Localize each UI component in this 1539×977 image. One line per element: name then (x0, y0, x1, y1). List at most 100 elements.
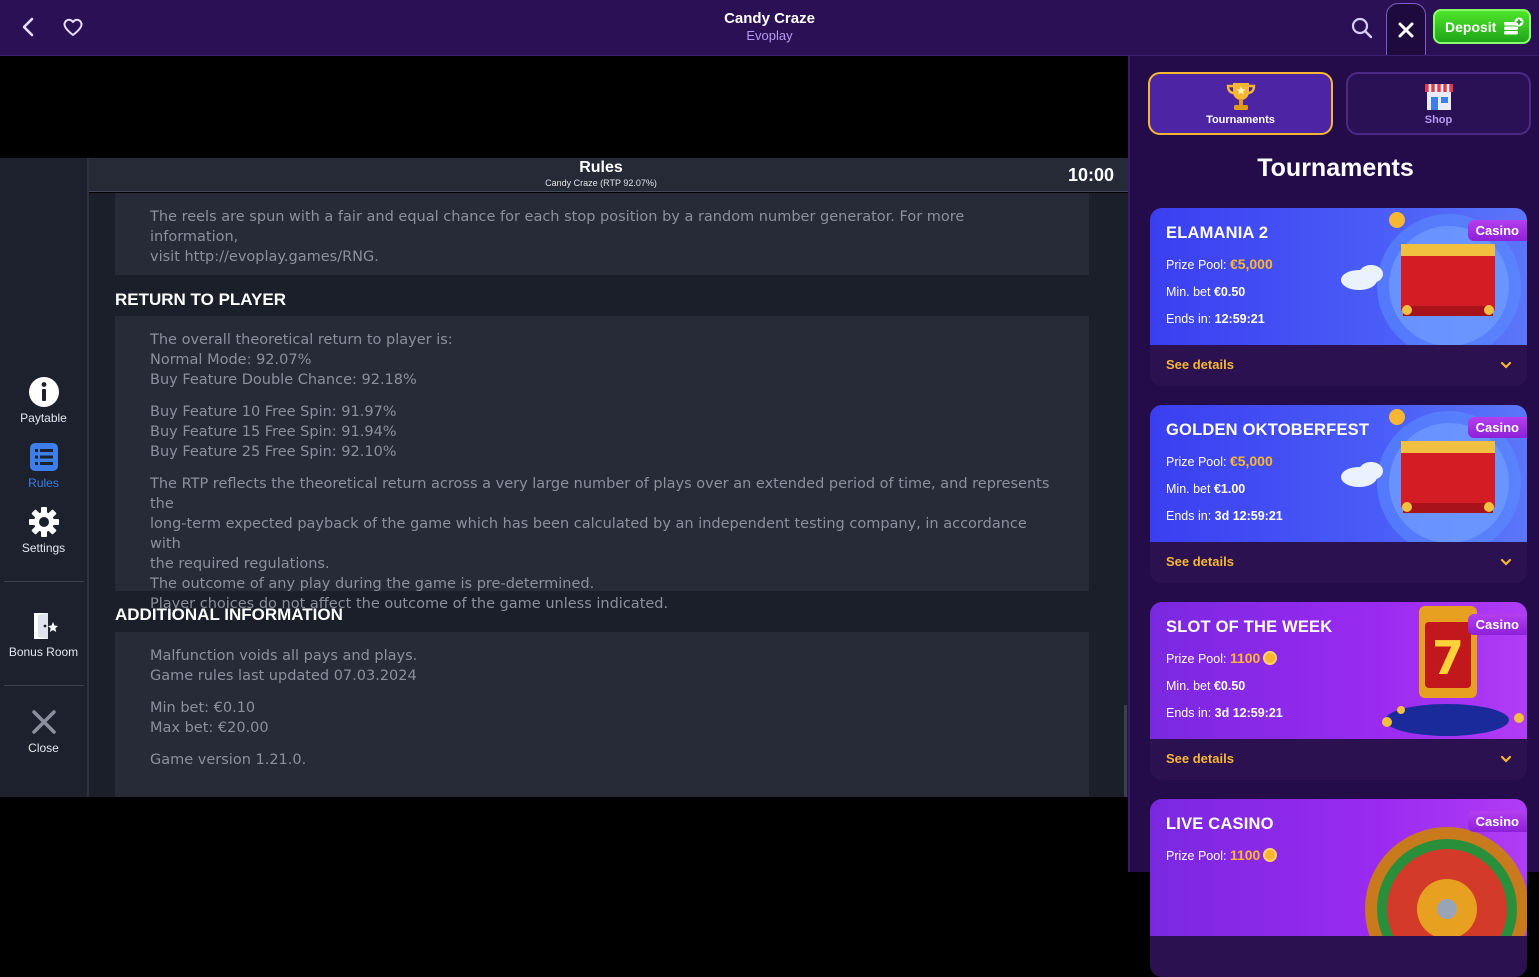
min-bet-value: €1.00 (1213, 482, 1246, 496)
tournament-card[interactable]: Casino ELAMANIA 2 Prize Pool: €5,000 Min… (1150, 208, 1527, 386)
card-banner: Casino LIVE CASINO Prize Pool: 1100 (1150, 799, 1527, 936)
card-banner: 7 Casino SLOT OF THE WEEK Prize Pool: 11… (1150, 602, 1527, 739)
prize-pool-value: €5,000 (1229, 256, 1273, 272)
rules-text: The overall theoretical return to player… (150, 332, 453, 348)
min-bet-line: Min. bet €0.50 (1166, 285, 1245, 299)
prize-pool-line: Prize Pool: €5,000 (1166, 453, 1273, 469)
rules-text: Game version 1.21.0. (150, 752, 307, 768)
bonus-room-nav-item[interactable]: Bonus Room (0, 610, 87, 659)
info-icon (28, 377, 59, 407)
ends-in-line: Ends in: 3d 12:59:21 (1166, 509, 1283, 523)
tab-tournaments[interactable]: Tournaments (1148, 72, 1333, 135)
tournament-card[interactable]: Casino GOLDEN OKTOBERFEST Prize Pool: €5… (1150, 405, 1527, 583)
prize-pool-label: Prize Pool: (1166, 258, 1227, 272)
tab-shop[interactable]: Shop (1346, 72, 1531, 135)
ends-in-line: Ends in: 12:59:21 (1166, 312, 1265, 326)
ends-in-label: Ends in: (1166, 312, 1212, 326)
prize-pool-label: Prize Pool: (1166, 849, 1227, 863)
rules-text: Buy Feature 25 Free Spin: 92.10% (150, 444, 397, 460)
search-icon[interactable] (1348, 14, 1376, 42)
rules-scrollbar[interactable] (1124, 705, 1127, 797)
rules-text: Game rules last updated 07.03.2024 (150, 668, 417, 684)
deposit-button[interactable]: Deposit (1433, 9, 1531, 44)
see-details-link[interactable]: See details (1166, 751, 1234, 766)
top-bar: Candy Craze Evoplay Deposit (0, 0, 1539, 56)
game-provider: Evoplay (746, 28, 793, 43)
min-bet-label: Min. bet (1166, 285, 1211, 299)
svg-text:7: 7 (1432, 631, 1464, 685)
rules-text: Buy Feature 15 Free Spin: 91.94% (150, 424, 397, 440)
card-banner: Casino ELAMANIA 2 Prize Pool: €5,000 Min… (1150, 208, 1527, 345)
nav-divider (4, 581, 84, 582)
prize-pool-line: Prize Pool: 1100 (1166, 847, 1278, 863)
min-bet-label: Min. bet (1166, 679, 1211, 693)
tournament-card[interactable]: Casino LIVE CASINO Prize Pool: 1100 (1150, 799, 1527, 977)
game-bottom-area (0, 797, 1128, 872)
rules-text: Buy Feature 10 Free Spin: 91.97% (150, 404, 397, 420)
list-icon (29, 443, 58, 471)
rules-text: The outcome of any play during the game … (150, 576, 595, 592)
rules-text: the required regulations. (150, 556, 330, 572)
additional-text-box: Malfunction voids all pays and plays. Ga… (115, 632, 1089, 797)
rtp-heading: RETURN TO PLAYER (115, 290, 286, 309)
tournaments-panel: Tournaments Shop Tournaments Casino ELAM… (1128, 56, 1539, 977)
rules-content[interactable]: The reels are spun with a fair and equal… (89, 193, 1128, 797)
tournament-name: ELAMANIA 2 (1166, 224, 1269, 242)
ends-in-label: Ends in: (1166, 706, 1212, 720)
rules-text: Malfunction voids all pays and plays. (150, 648, 418, 664)
tab-tournaments-label: Tournaments (1206, 114, 1275, 126)
paytable-nav-item[interactable]: Paytable (0, 376, 87, 425)
card-banner: Casino GOLDEN OKTOBERFEST Prize Pool: €5… (1150, 405, 1527, 542)
chevron-down-icon[interactable] (1499, 358, 1513, 372)
min-bet-value: €0.50 (1213, 285, 1246, 299)
rules-title: Rules (579, 159, 623, 176)
rules-text: long-term expected payback of the game w… (150, 516, 1027, 552)
prize-pool-line: Prize Pool: 1100 (1166, 650, 1278, 666)
trophy-icon (1226, 83, 1255, 110)
clock: 10:00 (1067, 165, 1114, 185)
min-bet-line: Min. bet €0.50 (1166, 679, 1245, 693)
prize-pool-label: Prize Pool: (1166, 455, 1227, 469)
additional-heading: ADDITIONAL INFORMATION (115, 605, 343, 624)
ends-in-label: Ends in: (1166, 509, 1212, 523)
tournament-card[interactable]: 7 Casino SLOT OF THE WEEK Prize Pool: 11… (1150, 602, 1527, 780)
paytable-label: Paytable (20, 411, 67, 425)
casino-badge: Casino (1467, 811, 1527, 832)
chevron-down-icon[interactable] (1499, 752, 1513, 766)
deposit-label: Deposit (1445, 18, 1497, 35)
tournament-name: SLOT OF THE WEEK (1166, 618, 1333, 636)
close-nav-item[interactable]: Close (0, 706, 87, 755)
rtp-text-box: The overall theoretical return to player… (115, 316, 1089, 612)
close-icon (31, 710, 56, 734)
ends-in-line: Ends in: 3d 12:59:21 (1166, 706, 1283, 720)
close-icon (1398, 22, 1414, 37)
casino-badge: Casino (1467, 220, 1527, 241)
panel-title: Tournaments (1257, 154, 1414, 182)
chevron-down-icon[interactable] (1499, 555, 1513, 569)
rules-nav-item[interactable]: Rules (0, 441, 87, 490)
coin-icon (1263, 848, 1278, 862)
min-bet-line: Min. bet €1.00 (1166, 482, 1245, 496)
rules-text: visit http://evoplay.games/RNG. (150, 249, 379, 265)
rules-header: Rules Candy Craze (RTP 92.07%) 10:00 (89, 158, 1128, 192)
min-bet-label: Min. bet (1166, 482, 1211, 496)
rules-label: Rules (28, 476, 59, 490)
prize-pool-label: Prize Pool: (1166, 652, 1227, 666)
see-details-link[interactable]: See details (1166, 357, 1234, 372)
settings-nav-item[interactable]: Settings (0, 506, 87, 555)
rng-text-box: The reels are spun with a fair and equal… (115, 193, 1089, 275)
rules-text: Max bet: €20.00 (150, 720, 269, 736)
rules-text: Normal Mode: 92.07% (150, 352, 312, 368)
prize-pool-value: 1100 (1229, 847, 1261, 863)
rules-text: The reels are spun with a fair and equal… (150, 209, 965, 245)
casino-badge: Casino (1467, 417, 1527, 438)
prize-pool-line: Prize Pool: €5,000 (1166, 256, 1273, 272)
see-details-link[interactable]: See details (1166, 554, 1234, 569)
prize-pool-value: 1100 (1229, 650, 1261, 666)
ends-in-value: 12:59:21 (1214, 312, 1265, 326)
rules-text: The RTP reflects the theoretical return … (150, 476, 1050, 512)
close-panel-button[interactable] (1386, 3, 1426, 55)
ends-in-value: 3d 12:59:21 (1214, 706, 1283, 720)
casino-badge: Casino (1467, 614, 1527, 635)
tournament-name: GOLDEN OKTOBERFEST (1166, 421, 1370, 439)
